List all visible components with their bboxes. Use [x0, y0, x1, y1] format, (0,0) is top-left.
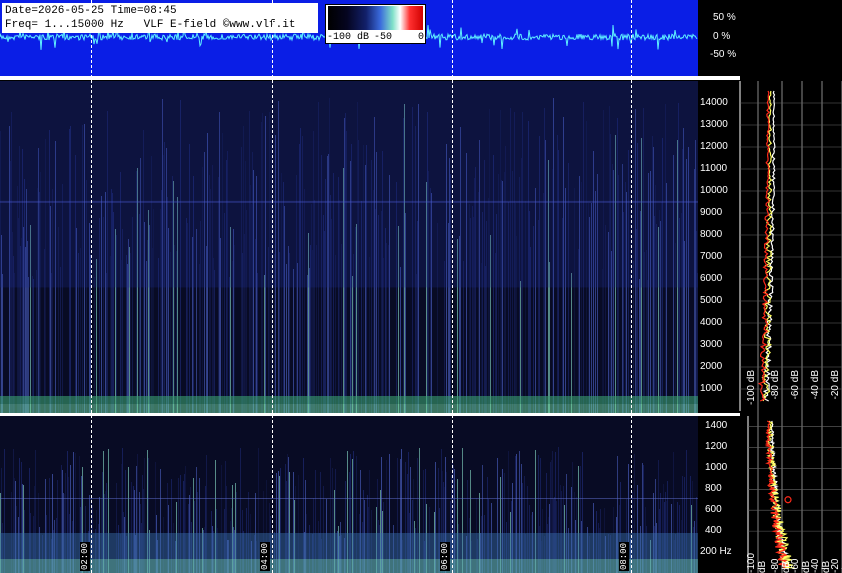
- panel-separator: [0, 76, 740, 80]
- spectrogram-low-band: [0, 416, 698, 573]
- colorbar-gradient: [328, 6, 423, 30]
- freq-tick-label-low: 800: [705, 483, 722, 495]
- time-tick-label: 08:00: [619, 542, 629, 572]
- freq-tick-label-low: 600: [705, 504, 722, 516]
- db-tick-label: -20 dB: [830, 558, 842, 573]
- freq-tick-label: 9000: [700, 207, 723, 218]
- waveform-label-0: 0 %: [713, 31, 731, 42]
- spectrogram-full-band: [0, 81, 698, 414]
- freq-tick-label: 10000: [700, 185, 728, 196]
- time-tick-label: 04:00: [260, 542, 270, 572]
- waveform-label-50: 50 %: [713, 12, 736, 23]
- time-gridline: [631, 0, 632, 573]
- db-tick-label: -100 dB: [746, 370, 757, 406]
- freq-tick-label-low: 1000: [705, 462, 728, 474]
- freq-tick-label: 3000: [700, 339, 723, 350]
- freq-tick-label-low: 400: [705, 525, 722, 537]
- colorbar-label-max: 0: [418, 32, 425, 43]
- colorbar-label-mid: -50: [374, 32, 393, 43]
- freq-tick-label: 13000: [700, 119, 728, 130]
- time-gridline: [91, 0, 92, 573]
- freq-tick-label: 12000: [700, 141, 728, 152]
- db-tick-label: -20 dB: [830, 370, 841, 400]
- freq-tick-label: 1000: [700, 383, 723, 394]
- time-gridline: [272, 0, 273, 573]
- db-tick-label: -60 dB: [790, 558, 812, 573]
- freq-tick-label-low: 1200: [705, 441, 728, 453]
- freq-tick-label: 11000: [700, 163, 728, 174]
- colorbar-legend: -100 dB -50 0: [325, 4, 426, 44]
- db-tick-label: -40 dB: [810, 370, 821, 400]
- spectrogram-low-band-image: [0, 447, 698, 573]
- time-tick-label: 02:00: [80, 542, 90, 572]
- db-tick-label: -60 dB: [790, 370, 801, 400]
- freq-tick-label: 4000: [700, 317, 723, 328]
- time-gridline: [452, 0, 453, 573]
- info-frequency: Freq= 1...15000 Hz VLF E-field ©www.vlf.…: [5, 19, 296, 31]
- db-tick-label: -80 dB: [770, 370, 781, 400]
- spectrogram-full-band-image: [0, 81, 698, 414]
- freq-tick-label: 14000: [700, 97, 728, 108]
- freq-tick-label: 2000: [700, 361, 723, 372]
- db-tick-label: -100 dB: [746, 552, 768, 573]
- freq-unit-label: 200 Hz: [700, 546, 732, 558]
- waveform-label-minus50: -50 %: [710, 49, 737, 60]
- freq-tick-label: 6000: [700, 273, 723, 284]
- colorbar-label-min: -100 dB: [327, 32, 370, 43]
- db-tick-label: -80 dB: [770, 558, 792, 573]
- time-tick-label: 06:00: [440, 542, 450, 572]
- freq-tick-label: 8000: [700, 229, 723, 240]
- freq-tick-label: 5000: [700, 295, 723, 306]
- info-box: Date=2026-05-25 Time=08:45 Freq= 1...150…: [2, 3, 318, 33]
- freq-tick-label: 7000: [700, 251, 723, 262]
- freq-tick-label-low: 1400: [705, 420, 728, 432]
- db-tick-label: -40 dB: [810, 558, 832, 573]
